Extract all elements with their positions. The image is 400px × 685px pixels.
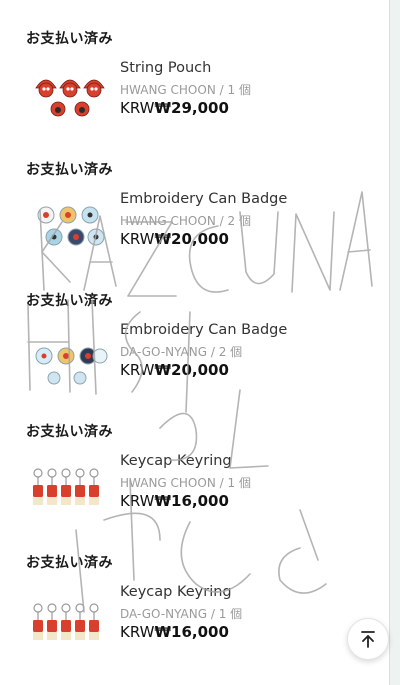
meta-separator: / (219, 214, 224, 228)
price-amount: ₩20,000 (154, 361, 229, 379)
quantity: 2 個 (218, 345, 243, 359)
quantity: 1 個 (227, 83, 251, 97)
product-meta: HWANG CHOON / 2 個 (120, 212, 251, 229)
price: KRW₩16,000 (120, 492, 229, 510)
artist-name: DA-GO-NYANG (120, 607, 208, 621)
keyring-thumbnail-icon[interactable] (30, 457, 108, 517)
quantity: 2 個 (227, 214, 251, 228)
artist-name: HWANG CHOON (120, 476, 216, 490)
product-name[interactable]: Embroidery Can Badge (120, 322, 287, 338)
payment-status: お支払い済み (26, 31, 113, 47)
quantity: 1 個 (218, 607, 243, 621)
pouch-thumbnail-icon[interactable] (30, 64, 108, 124)
meta-separator: / (210, 607, 215, 621)
price: KRW₩16,000 (120, 623, 229, 641)
product-name[interactable]: Keycap Keyring (120, 453, 232, 469)
meta-separator: / (219, 83, 224, 97)
product-meta: DA-GO-NYANG / 2 個 (120, 343, 242, 360)
product-name[interactable]: Keycap Keyring (120, 584, 232, 600)
price-currency: KRW (120, 623, 155, 641)
price-amount: ₩20,000 (154, 230, 229, 248)
artist-name: HWANG CHOON (120, 214, 216, 228)
payment-status: お支払い済み (26, 162, 113, 178)
product-meta: DA-GO-NYANG / 1 個 (120, 605, 242, 622)
arrow-to-top-icon (361, 631, 375, 648)
price-currency: KRW (120, 492, 155, 510)
payment-status: お支払い済み (26, 555, 113, 571)
price-amount: ₩16,000 (154, 492, 229, 510)
quantity: 1 個 (227, 476, 251, 490)
product-meta: HWANG CHOON / 1 個 (120, 81, 251, 98)
payment-status: お支払い済み (26, 424, 113, 440)
keyring-thumbnail-icon[interactable] (30, 588, 108, 648)
price-currency: KRW (120, 361, 155, 379)
artist-name: DA-GO-NYANG (120, 345, 208, 359)
price-amount: ₩29,000 (154, 99, 229, 117)
artist-name: HWANG CHOON (120, 83, 216, 97)
price-currency: KRW (120, 230, 155, 248)
price-currency: KRW (120, 99, 155, 117)
price: KRW₩20,000 (120, 361, 229, 379)
price: KRW₩20,000 (120, 230, 229, 248)
price: KRW₩29,000 (120, 99, 229, 117)
order-list: お支払い済み String Pouch HWANG CHOON / 1 個 KR… (0, 0, 390, 685)
product-name[interactable]: Embroidery Can Badge (120, 191, 287, 207)
meta-separator: / (219, 476, 224, 490)
badge-thumbnail-icon[interactable] (30, 326, 108, 386)
price-amount: ₩16,000 (154, 623, 229, 641)
scroll-to-top-button[interactable] (347, 618, 389, 660)
product-meta: HWANG CHOON / 1 個 (120, 474, 251, 491)
badge-thumbnail-icon[interactable] (30, 195, 108, 255)
meta-separator: / (210, 345, 215, 359)
payment-status: お支払い済み (26, 293, 113, 309)
page-scrollbar[interactable] (390, 0, 400, 685)
product-name[interactable]: String Pouch (120, 60, 211, 76)
